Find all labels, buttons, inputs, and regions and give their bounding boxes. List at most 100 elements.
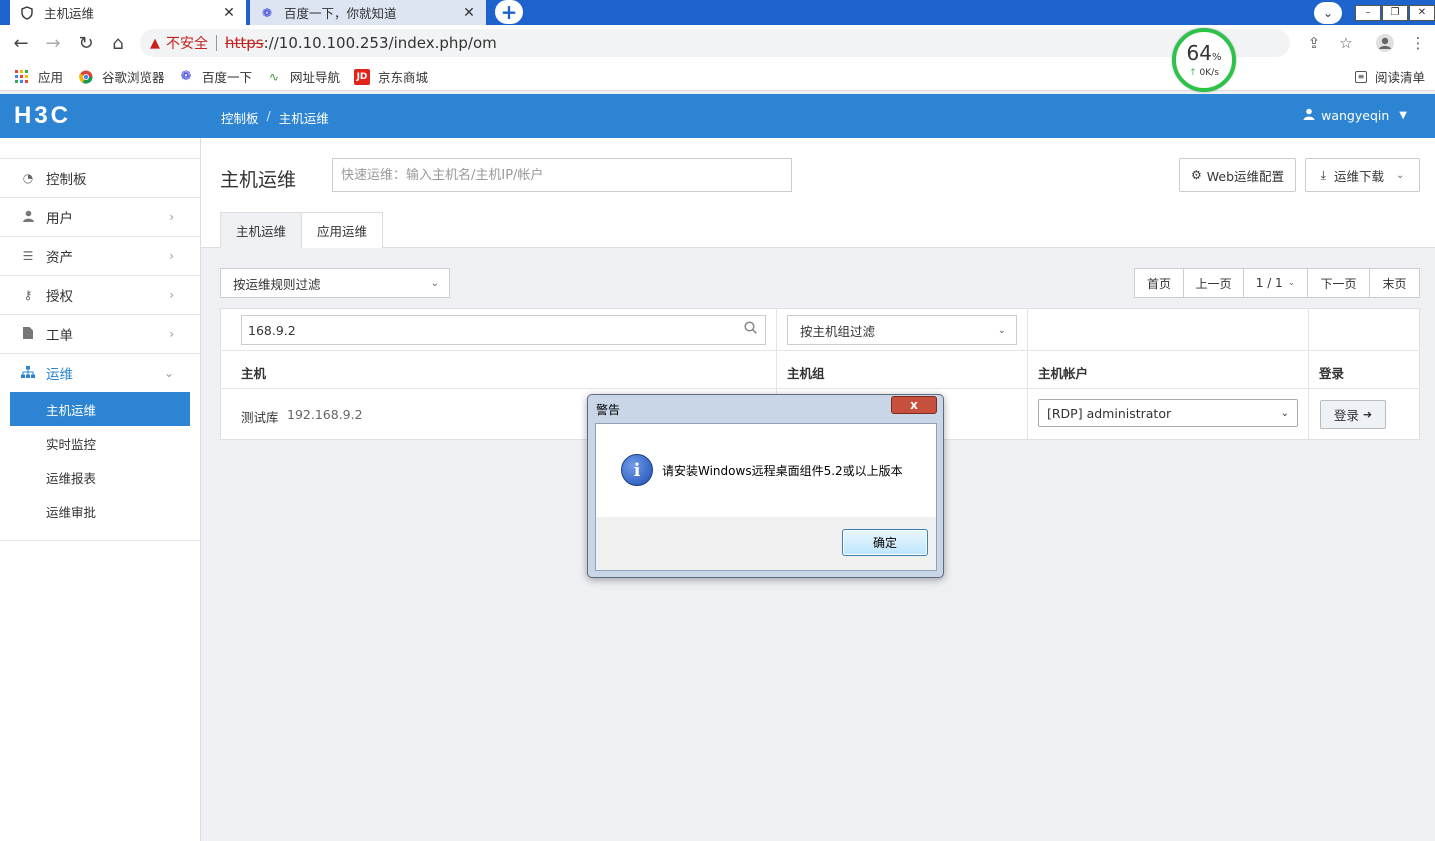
bookmark-chrome[interactable]: 谷歌浏览器	[78, 67, 165, 86]
reload-icon[interactable]: ↻	[74, 31, 98, 55]
bookmark-jd[interactable]: JD 京东商城	[354, 67, 428, 86]
reading-list[interactable]: ≡ 阅读清单	[1355, 67, 1425, 86]
tab-search-chevron-icon[interactable]: ⌄	[1314, 1, 1342, 24]
column-header-account: 主机帐户	[1028, 351, 1309, 389]
bookmark-label: 应用	[38, 70, 64, 85]
address-bar[interactable]: ▲ 不安全 https ://10.10.100.253/index.php/o…	[140, 29, 1290, 57]
warning-triangle-icon: ▲	[150, 35, 160, 51]
dialog-close-button[interactable]: x	[891, 396, 937, 414]
quick-ops-search-input[interactable]	[332, 158, 792, 192]
sign-in-icon: ➜	[1362, 408, 1373, 421]
tab-title: 主机运维	[44, 6, 95, 21]
minimize-icon[interactable]: –	[1355, 4, 1381, 21]
browser-tab-active[interactable]: 主机运维 ✕	[10, 0, 246, 25]
chevron-down-icon: ⌄	[1287, 278, 1296, 288]
sidebar-item-label: 资产	[46, 250, 73, 266]
main-header-panel: 主机运维 ⚙ Web运维配置 ⤓ 运维下载 ⌄ 主机运维 应用运维	[201, 138, 1435, 248]
file-icon	[20, 326, 36, 342]
reading-list-label: 阅读清单	[1375, 70, 1426, 85]
sidebar-item-authorization[interactable]: ⚷ 授权 ›	[0, 275, 200, 314]
apps-grid-icon	[14, 69, 30, 85]
window-controls: ⌄ – ❐ ✕	[1314, 0, 1435, 25]
close-window-icon[interactable]: ✕	[1409, 4, 1435, 21]
button-label: 登录	[1333, 408, 1359, 423]
tab-app-ops[interactable]: 应用运维	[302, 212, 384, 248]
search-icon[interactable]	[744, 321, 757, 338]
sidebar-subitem-ops-approval[interactable]: 运维审批	[10, 494, 190, 528]
button-label: 运维下载	[1333, 168, 1384, 184]
sidebar-item-dashboard[interactable]: ◔ 控制板	[0, 158, 200, 197]
2345-nav-icon: ∿	[268, 69, 280, 84]
select-label: 按运维规则过滤	[233, 276, 321, 292]
key-icon: ⚷	[23, 288, 33, 302]
sidebar-subitem-ops-report[interactable]: 运维报表	[10, 460, 190, 494]
not-secure-label: 不安全	[166, 36, 208, 52]
user-menu[interactable]: wangyeqin ▼	[1303, 108, 1407, 123]
back-icon[interactable]: ←	[9, 31, 33, 55]
sidebar-item-users[interactable]: 用户 ›	[0, 197, 200, 236]
new-tab-button[interactable]: +	[495, 0, 523, 24]
home-icon[interactable]: ⌂	[106, 31, 130, 55]
caret-down-icon: ▼	[1399, 110, 1407, 121]
warning-dialog: 警告 x i 请安装Windows远程桌面组件5.2或以上版本 确定	[587, 394, 944, 578]
browser-menu-icon[interactable]: ⋮	[1406, 31, 1430, 55]
breadcrumb: 控制板 / 主机运维	[221, 108, 329, 127]
restore-icon[interactable]: ❐	[1382, 4, 1408, 21]
profile-avatar-icon[interactable]	[1373, 31, 1397, 55]
rule-filter-select[interactable]: 按运维规则过滤 ⌄	[220, 268, 450, 298]
forward-icon[interactable]: →	[41, 31, 65, 55]
tab-host-ops[interactable]: 主机运维	[220, 212, 303, 248]
bookmark-2345[interactable]: ∿ 网址导航	[266, 67, 340, 86]
chevron-right-icon: ›	[169, 327, 174, 341]
host-search-input[interactable]	[241, 315, 766, 345]
sidebar-subitem-host-ops[interactable]: 主机运维	[10, 392, 190, 426]
close-tab-icon[interactable]: ✕	[222, 5, 236, 21]
login-button[interactable]: 登录 ➜	[1320, 400, 1386, 429]
page-title: 主机运维	[220, 169, 297, 191]
pager-page-select[interactable]: 1 / 1 ⌄	[1243, 269, 1307, 297]
bookmark-baidu[interactable]: ❁ 百度一下	[178, 67, 252, 86]
host-account-select[interactable]: [RDP] administrator ⌄	[1038, 399, 1298, 427]
ok-button[interactable]: 确定	[842, 529, 928, 556]
pager-next[interactable]: 下一页	[1307, 269, 1369, 297]
speed-percent: 64%	[1186, 40, 1222, 65]
bookmark-label: 谷歌浏览器	[102, 70, 165, 85]
sidebar-item-operations[interactable]: 运维 ⌄	[0, 353, 200, 392]
dialog-message: 请安装Windows远程桌面组件5.2或以上版本	[662, 464, 903, 478]
sidebar-item-assets[interactable]: ☰ 资产 ›	[0, 236, 200, 275]
dialog-message-area: i 请安装Windows远程桌面组件5.2或以上版本	[596, 424, 936, 517]
sidebar-item-label: 用户	[46, 211, 73, 227]
ops-download-button[interactable]: ⤓ 运维下载 ⌄	[1305, 158, 1420, 192]
sidebar-item-label: 运维	[46, 367, 73, 383]
web-ops-config-button[interactable]: ⚙ Web运维配置	[1179, 158, 1296, 192]
bookmark-star-icon[interactable]: ☆	[1334, 31, 1358, 55]
dashboard-icon: ◔	[22, 171, 34, 185]
pager-first[interactable]: 首页	[1135, 269, 1183, 297]
dialog-body: i 请安装Windows远程桌面组件5.2或以上版本 确定	[595, 423, 937, 571]
chevron-down-icon: ⌄	[997, 324, 1006, 336]
ops-tabs: 主机运维 应用运维	[220, 212, 384, 248]
bookmark-apps[interactable]: 应用	[14, 67, 63, 86]
user-icon	[20, 210, 36, 225]
jd-icon: JD	[354, 68, 370, 85]
sidebar-subitem-live-monitor[interactable]: 实时监控	[10, 426, 190, 460]
browser-tab-baidu[interactable]: ❁ 百度一下，你就知道 ✕	[250, 0, 486, 25]
close-tab-icon[interactable]: ✕	[462, 5, 476, 21]
chevron-down-icon: ⌄	[430, 277, 439, 289]
share-icon[interactable]: ⇪	[1302, 31, 1326, 55]
sidebar-item-label: 控制板	[46, 172, 87, 188]
host-group-filter-select[interactable]: 按主机组过滤 ⌄	[787, 315, 1017, 345]
user-icon	[1303, 108, 1315, 123]
pager-last[interactable]: 末页	[1369, 269, 1419, 297]
shield-favicon-icon	[20, 5, 34, 20]
breadcrumb-dashboard[interactable]: 控制板	[221, 108, 259, 127]
url-path: ://10.10.100.253/index.php/om	[263, 34, 497, 52]
chevron-right-icon: ›	[169, 210, 174, 224]
pager-prev[interactable]: 上一页	[1183, 269, 1243, 297]
reading-list-icon: ≡	[1355, 70, 1367, 83]
host-account-cell: [RDP] administrator ⌄	[1028, 389, 1309, 439]
pagination: 首页 上一页 1 / 1 ⌄ 下一页 末页	[1134, 268, 1420, 298]
chevron-down-icon: ⌄	[163, 366, 174, 380]
sidebar-item-workorder[interactable]: 工单 ›	[0, 314, 200, 353]
network-speed-widget[interactable]: 64% ↑ 0K/s	[1172, 28, 1236, 92]
